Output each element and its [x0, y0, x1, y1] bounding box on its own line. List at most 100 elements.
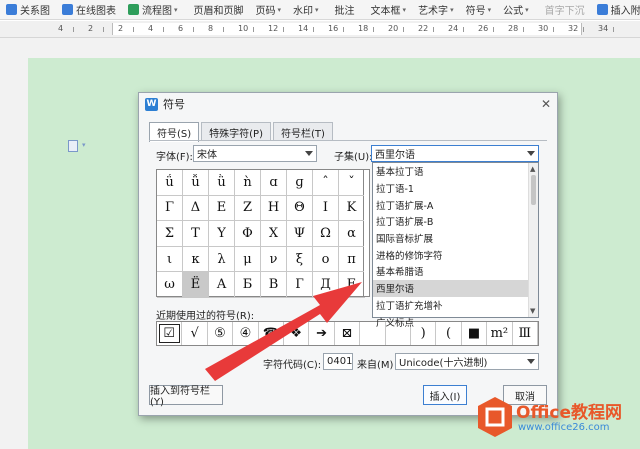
subset-option[interactable]: 拉丁语-1 — [373, 180, 538, 197]
recent-symbol-cell[interactable]: ④ — [233, 322, 259, 345]
tab-symbol-bar[interactable]: 符号栏(T) — [273, 122, 333, 141]
toolbar-item[interactable]: 关系图 — [0, 0, 56, 19]
subset-option[interactable]: 进格的修饰字符 — [373, 246, 538, 263]
symbol-cell[interactable]: Ω — [313, 221, 339, 247]
horizontal-ruler[interactable]: 4 2 2 4 6 8 10 12 14 16 18 20 22 24 26 28 30 32 34 — [0, 21, 640, 38]
symbol-cell[interactable]: ˇ — [339, 170, 365, 196]
symbol-cell[interactable]: Η — [261, 195, 287, 222]
close-icon[interactable]: ✕ — [541, 97, 551, 111]
dialog-titlebar[interactable]: W 符号 — [139, 93, 557, 115]
symbol-cell[interactable]: Κ — [339, 195, 365, 222]
symbol-cell[interactable]: μ — [235, 246, 261, 273]
symbol-cell[interactable]: κ — [183, 246, 209, 273]
toolbar-item[interactable]: 在线图表 — [56, 0, 122, 19]
symbol-dialog: W 符号 ✕ 符号(S) 特殊字符(P) 符号栏(T) 字体(F): 宋体 子集… — [138, 92, 558, 416]
tab-special-characters[interactable]: 特殊字符(P) — [201, 122, 271, 141]
recent-symbol-cell[interactable]: ⑤ — [208, 322, 234, 345]
symbol-cell[interactable]: Ё — [183, 272, 209, 298]
subset-option[interactable]: 拉丁语扩展-B — [373, 213, 538, 230]
symbol-cell[interactable]: ν — [261, 246, 287, 273]
add-to-symbol-bar-button[interactable]: 插入到符号栏(Y) — [149, 385, 223, 408]
symbol-cell[interactable]: ξ — [287, 246, 313, 273]
recent-symbol-cell[interactable]: √ — [182, 322, 208, 345]
symbol-cell[interactable]: π — [339, 246, 365, 273]
scroll-thumb[interactable] — [531, 175, 536, 205]
subset-option[interactable]: 拉丁语扩展-A — [373, 196, 538, 213]
recent-symbol-cell[interactable]: ➔ — [309, 322, 335, 345]
font-label: 字体(F): — [156, 152, 193, 163]
char-code-input[interactable]: 0401 — [323, 353, 353, 370]
symbol-cell[interactable]: ǹ — [235, 170, 261, 196]
symbol-cell[interactable]: ˆ — [313, 170, 339, 196]
symbol-cell[interactable]: λ — [209, 246, 235, 273]
symbol-cell[interactable]: Θ — [287, 195, 313, 222]
paragraph-caret-icon[interactable]: ▾ — [82, 141, 86, 149]
ruler-number: 18 — [358, 24, 369, 33]
symbol-cell[interactable]: В — [261, 272, 287, 298]
tab-divider — [149, 140, 547, 141]
symbol-cell[interactable]: Е — [339, 272, 365, 298]
toolbar-item[interactable]: 批注 — [329, 0, 361, 19]
subset-option[interactable]: 国际音标扩展 — [373, 230, 538, 247]
watermark: Office教程网 www.office26.com — [476, 392, 640, 449]
ruler-tick — [103, 27, 104, 32]
font-select[interactable]: 宋体 — [193, 145, 317, 162]
toolbar-item[interactable]: 艺术字 ▾ — [412, 0, 460, 19]
toolbar-item[interactable]: 页眉和页脚 — [188, 0, 250, 19]
tab-symbols[interactable]: 符号(S) — [149, 122, 200, 142]
subset-option[interactable]: 基本拉丁语 — [373, 163, 538, 180]
toolbar-item[interactable]: 符号 ▾ — [460, 0, 498, 19]
subset-option[interactable]: 拉丁语扩充增补 — [373, 297, 538, 314]
symbol-cell[interactable]: Д — [313, 272, 339, 298]
toolbar-item[interactable]: 插入附件 — [591, 0, 640, 19]
symbol-cell[interactable]: ǚ — [183, 170, 209, 196]
toolbar-item[interactable]: 公式 ▾ — [497, 0, 535, 19]
ruler-number: 6 — [178, 24, 184, 33]
symbol-cell[interactable]: Г — [287, 272, 313, 298]
symbol-cell[interactable]: ǘ — [157, 170, 183, 196]
symbol-cell[interactable]: Δ — [183, 195, 209, 222]
subset-option[interactable]: 西里尔语 — [373, 279, 538, 297]
symbol-cell[interactable]: ι — [157, 246, 183, 273]
symbol-cell[interactable]: А — [209, 272, 235, 298]
toolbar-item[interactable]: 水印 ▾ — [287, 0, 325, 19]
symbol-cell[interactable]: Б — [235, 272, 261, 298]
subset-option[interactable]: 基本希腊语 — [373, 263, 538, 280]
subset-option[interactable]: 广义标点 — [373, 313, 538, 330]
recent-symbol-cell[interactable]: ☎ — [259, 322, 284, 345]
symbol-cell[interactable]: ο — [313, 246, 339, 273]
recent-symbol-cell[interactable]: ⊠ — [335, 322, 361, 345]
symbol-cell[interactable]: Ζ — [235, 195, 261, 222]
subset-select[interactable]: 西里尔语 — [371, 145, 539, 162]
ruler-number: 4 — [148, 24, 154, 33]
symbol-cell[interactable]: Σ — [157, 221, 183, 247]
toolbar-item[interactable]: 文本框 ▾ — [365, 0, 413, 19]
recent-symbol-cell[interactable]: ❖ — [284, 322, 310, 345]
symbol-cell[interactable]: Γ — [157, 195, 183, 222]
toolbar-item[interactable]: 页码 ▾ — [250, 0, 288, 19]
paragraph-icon[interactable] — [68, 140, 78, 152]
symbol-cell[interactable]: Ψ — [287, 221, 313, 247]
from-select[interactable]: Unicode(十六进制) — [395, 353, 539, 370]
symbol-cell[interactable]: ǜ — [209, 170, 235, 196]
toolbar-item[interactable]: 首字下沉 — [539, 0, 591, 19]
scroll-up-icon[interactable]: ▲ — [530, 165, 535, 173]
symbol-cell[interactable]: Ε — [209, 195, 235, 222]
symbol-cell[interactable]: Τ — [183, 221, 209, 247]
insert-button[interactable]: 插入(I) — [423, 385, 467, 405]
symbol-cell[interactable]: Φ — [235, 221, 261, 247]
symbol-cell[interactable]: Ι — [313, 195, 339, 222]
scroll-down-icon[interactable]: ▼ — [530, 307, 535, 315]
toolbar-item[interactable]: 流程图 ▾ — [122, 0, 184, 19]
symbol-cell[interactable]: ω — [157, 272, 183, 298]
subset-list-scrollbar[interactable]: ▲ ▼ — [528, 163, 538, 317]
symbol-grid-scrollbar[interactable] — [364, 169, 370, 297]
recent-symbol-cell[interactable]: ☑ — [157, 322, 183, 345]
symbol-cell[interactable]: α — [339, 221, 365, 247]
ruler-tick — [283, 27, 284, 32]
symbol-cell[interactable]: Χ — [261, 221, 287, 247]
symbol-cell[interactable]: ɑ — [261, 170, 287, 196]
symbol-cell[interactable]: Υ — [209, 221, 235, 247]
symbol-cell[interactable]: ɡ — [287, 170, 313, 196]
toolbar-item-label: 文本框 — [370, 6, 401, 17]
